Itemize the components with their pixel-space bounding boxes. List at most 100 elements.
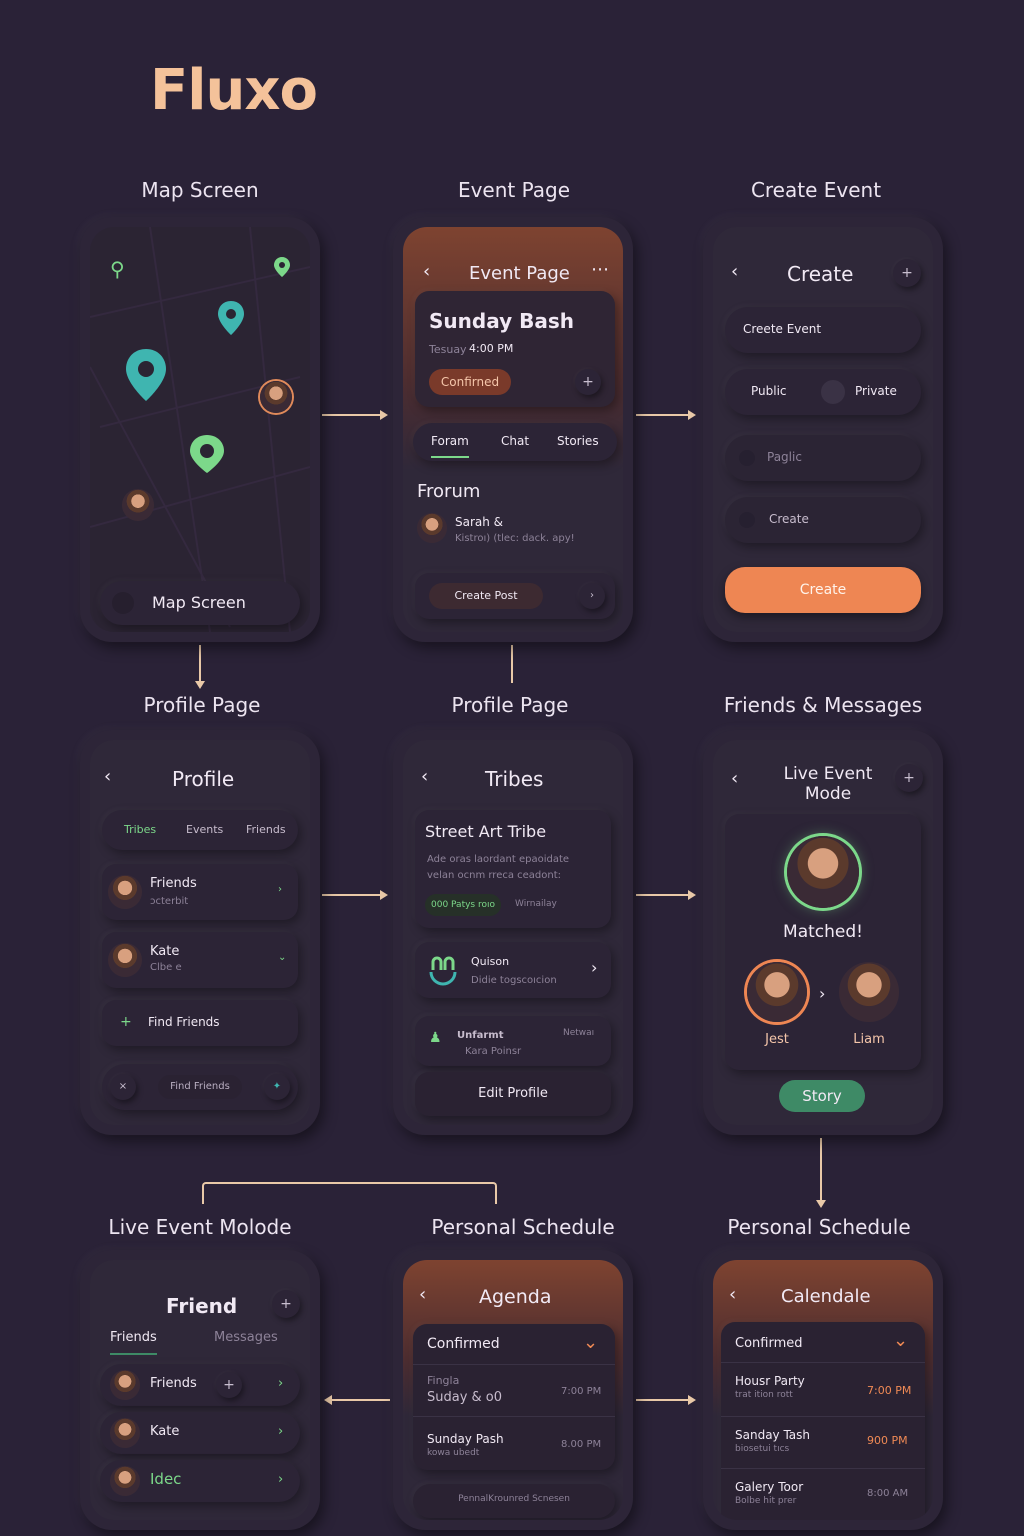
friend-avatar <box>108 943 142 977</box>
phone-create: ‹ Create + Creete Event Public Private P… <box>703 217 943 642</box>
more-icon[interactable]: ⋯ <box>591 259 609 280</box>
public-option[interactable]: Public <box>751 384 787 398</box>
create-submit-button[interactable]: Create <box>725 567 921 613</box>
create-post-button[interactable]: Create Post <box>429 583 543 609</box>
label-profile-page-2: Profile Page <box>451 693 569 717</box>
flow-arrow <box>322 410 388 420</box>
edit-profile-button[interactable]: Edit Profile <box>415 1072 611 1116</box>
match-avatar-right[interactable] <box>839 962 899 1022</box>
post-author: Sarah & <box>455 515 504 529</box>
user-avatar[interactable] <box>122 489 154 521</box>
back-icon[interactable]: ‹ <box>421 766 428 787</box>
add-icon[interactable]: + <box>895 764 923 792</box>
divider <box>413 1364 615 1365</box>
tribe-card[interactable]: Street Art Tribe Ade oras laordant epaoi… <box>415 810 611 928</box>
tribe-member-row[interactable]: ♟ Unfarmt Kara Poinsr Netwaı <box>415 1016 611 1066</box>
create-field[interactable]: Create <box>725 497 921 543</box>
back-icon[interactable]: ‹ <box>419 1284 426 1305</box>
search-icon[interactable]: ⚲ <box>110 257 125 281</box>
tab-events[interactable]: Events <box>186 823 223 836</box>
calendar-event-title: Housr Party <box>735 1374 805 1388</box>
chevron-down-icon[interactable]: ⌄ <box>583 1332 598 1353</box>
private-option[interactable]: Private <box>855 384 897 398</box>
event-name-field-label: Creete Event <box>743 322 822 336</box>
label-personal-schedule: Personal Schedule <box>431 1215 615 1239</box>
friend-avatar <box>110 1466 140 1496</box>
add-icon[interactable]: + <box>893 259 921 287</box>
tab-forum[interactable]: Foram <box>431 434 469 458</box>
friend-row[interactable]: Idec › <box>100 1460 300 1502</box>
privacy-toggle[interactable]: Public Private <box>725 369 921 415</box>
tab-chat[interactable]: Chat <box>501 434 529 448</box>
back-icon[interactable]: ‹ <box>423 261 430 282</box>
location-pin-icon[interactable] <box>274 257 290 277</box>
flow-bracket <box>202 1182 497 1204</box>
friend-row[interactable]: Kate Clbe e ⌄ <box>102 932 298 988</box>
create-title: Create <box>787 262 854 286</box>
find-friends-row[interactable]: + Find Friends <box>102 1000 298 1046</box>
map-bottom-bar[interactable]: Map Screen <box>100 581 300 625</box>
flow-arrow <box>195 645 205 689</box>
flow-arrow <box>322 890 388 900</box>
flow-arrow <box>816 1138 826 1208</box>
chevron-right-icon: › <box>591 958 598 977</box>
tribe-desc-line-1: Ade oras laordant epaoidate <box>427 854 570 865</box>
tab-friends[interactable]: Friends <box>246 823 286 836</box>
add-friend-icon[interactable]: + <box>216 1372 242 1398</box>
profile-screen: ‹ Profile Tribes Events Friends Friends … <box>90 740 310 1125</box>
calendar-event-time: 7:00 PM <box>867 1384 912 1397</box>
user-avatar[interactable] <box>260 381 292 413</box>
friend-row[interactable]: Friends ɔcterbit › <box>102 864 298 920</box>
add-icon[interactable]: + <box>272 1290 300 1318</box>
match-avatar-left[interactable] <box>747 962 807 1022</box>
back-icon[interactable]: ‹ <box>731 768 738 789</box>
tab-stories[interactable]: Stories <box>557 434 599 448</box>
chevron-right-icon: › <box>278 1376 284 1391</box>
story-button[interactable]: Story <box>779 1080 865 1112</box>
friend-name: Kate <box>150 944 180 959</box>
phone-calendar: ‹ Calendale Confirmed ⌄ Housr Party trat… <box>703 1250 943 1530</box>
find-friends-label: Find Friends <box>148 1015 220 1029</box>
calendar-title: Calendale <box>781 1286 871 1307</box>
phone-tribes: ‹ Tribes Street Art Tribe Ade oras laord… <box>393 730 633 1135</box>
map-pin-icon[interactable] <box>126 349 166 401</box>
sparkle-icon[interactable]: ✦ <box>264 1074 290 1100</box>
close-icon[interactable]: × <box>110 1074 136 1100</box>
friend-row[interactable]: Friends + › <box>100 1364 300 1406</box>
tab-friends[interactable]: Friends <box>110 1330 157 1355</box>
calendar-event-time: 900 PM <box>867 1434 908 1447</box>
label-create-event: Create Event <box>750 178 882 202</box>
chevron-right-icon: › <box>819 984 826 1003</box>
friend-name: Friends <box>150 876 197 891</box>
author-avatar <box>417 513 447 543</box>
phone-map: ⚲ Map Screen <box>80 217 320 642</box>
create-post-label: Create Post <box>454 589 518 602</box>
map-pin-icon[interactable] <box>218 301 244 335</box>
back-icon[interactable]: ‹ <box>104 766 111 787</box>
event-screen: ‹ Event Page ⋯ Sunday Bash Tesuay 4:00 P… <box>403 227 623 632</box>
agenda-item-sub: kowa ubedt <box>427 1448 480 1458</box>
friend-row[interactable]: Kate › <box>100 1412 300 1454</box>
label-personal-schedule-2: Personal Schedule <box>727 1215 911 1239</box>
tab-tribes[interactable]: Tribes <box>124 823 156 836</box>
back-icon[interactable]: ‹ <box>729 1284 736 1305</box>
friend-avatar <box>110 1418 140 1448</box>
agenda-footer[interactable]: PennalKrounred Scnesen <box>413 1484 615 1518</box>
flow-arrow <box>324 1395 390 1405</box>
send-icon[interactable]: › <box>579 583 605 609</box>
find-friends-button[interactable]: Find Friends <box>158 1075 242 1099</box>
member-sub: Didie togscoıcion <box>471 975 557 986</box>
agenda-header: Confirmed <box>427 1336 500 1352</box>
tab-messages[interactable]: Messages <box>214 1330 278 1345</box>
map-pin-icon[interactable] <box>190 435 224 473</box>
back-icon[interactable]: ‹ <box>731 261 738 282</box>
event-name-field[interactable]: Creete Event <box>725 307 921 353</box>
visibility-field[interactable]: Paglic <box>725 435 921 481</box>
toggle-knob[interactable] <box>821 380 845 404</box>
add-icon[interactable]: + <box>575 369 601 395</box>
story-label: Story <box>802 1087 842 1105</box>
tribe-member-row[interactable]: Quison Didie togscoıcion › <box>415 942 611 998</box>
chevron-right-icon: › <box>278 1472 284 1487</box>
chevron-down-icon[interactable]: ⌄ <box>893 1330 908 1351</box>
forum-section-title: Frorum <box>417 481 481 502</box>
